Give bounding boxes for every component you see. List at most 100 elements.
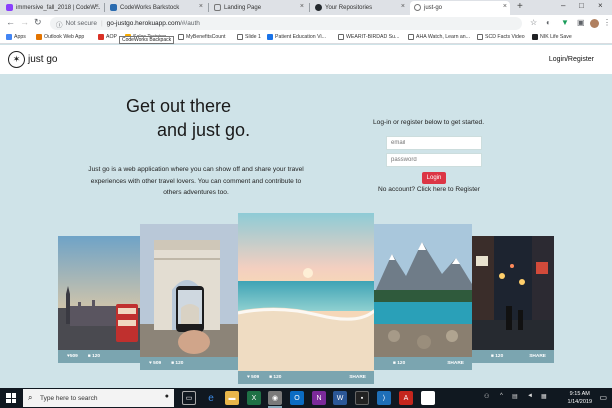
email-field[interactable]	[386, 136, 482, 150]
forward-icon[interactable]: →	[20, 17, 29, 27]
acrobat-icon[interactable]: A	[399, 391, 413, 405]
clock-date: 1/14/2019	[567, 399, 592, 405]
people-icon[interactable]: ⚇	[484, 393, 489, 400]
comment-count[interactable]: ■ 120	[171, 361, 183, 366]
share-button[interactable]: SHARE	[349, 375, 366, 380]
beach-photo	[238, 213, 374, 371]
globe-icon	[414, 4, 421, 11]
bookmark-nik[interactable]: NIK Life Save	[532, 34, 572, 40]
github-icon	[315, 4, 322, 11]
browser-tab-active[interactable]: just-go ×	[410, 1, 510, 15]
comment-count[interactable]: ■ 120	[269, 375, 281, 380]
hero-heading-line1: Get out there	[126, 96, 232, 116]
browser-tab-1[interactable]: immersive_fall_2018 | CodeW... ×	[2, 1, 102, 15]
browser-tab-3[interactable]: Landing Page ×	[210, 1, 307, 15]
document-icon[interactable]	[421, 391, 435, 405]
browser-tab-4[interactable]: Your Repositories ×	[311, 1, 408, 15]
profile-avatar[interactable]	[590, 19, 599, 28]
hero-description: Just go is a web application where you c…	[88, 166, 304, 196]
bookmark-scd[interactable]: SCD Facts Video	[477, 34, 525, 40]
minimize-icon[interactable]: –	[561, 1, 565, 10]
maximize-icon[interactable]: □	[579, 1, 584, 10]
photo-card-city[interactable]: ■ 120 SHARE	[472, 236, 554, 363]
comment-count[interactable]: ■ 120	[88, 354, 100, 359]
nik-icon	[532, 34, 538, 40]
terminal-icon[interactable]: ▪	[355, 391, 369, 405]
onenote-icon[interactable]: N	[312, 391, 326, 405]
outlook-icon[interactable]: O	[290, 391, 304, 405]
shield-extension-icon[interactable]: ▼	[561, 18, 569, 27]
login-button[interactable]: Login	[422, 172, 446, 184]
file-explorer-icon[interactable]: ▬	[225, 391, 239, 405]
mountain-lake-photo	[374, 224, 472, 357]
info-icon[interactable]: ⓘ	[56, 19, 63, 29]
taskbar-search-input[interactable]: ⌕ Type here to search ●	[23, 389, 174, 407]
system-clock[interactable]: 9:15 AM 1/14/2019	[568, 390, 592, 406]
notification-icon[interactable]: ▭	[599, 393, 607, 402]
share-button[interactable]: SHARE	[447, 361, 464, 366]
card-footer: ■ 120 SHARE	[374, 357, 472, 370]
network-icon[interactable]: ▤	[512, 393, 518, 400]
bookmark-outlook[interactable]: Outlook Web App	[36, 34, 84, 40]
close-tab-icon[interactable]: ×	[300, 3, 304, 10]
city-night-photo	[472, 236, 554, 350]
new-tab-button[interactable]: +	[517, 1, 523, 12]
url-host: go-justgo.herokuapp.com	[106, 20, 180, 27]
photo-card-beach[interactable]: ♥ 509 ■ 120 SHARE	[238, 213, 374, 384]
close-tab-icon[interactable]: ×	[95, 3, 99, 10]
share-button[interactable]: SHARE	[529, 354, 546, 359]
tab-label: Your Repositories	[325, 5, 373, 11]
comment-count[interactable]: ■ 120	[393, 361, 405, 366]
tab-label: immersive_fall_2018 | CodeW...	[16, 5, 101, 11]
bookmark-aop[interactable]: AOP	[98, 34, 117, 40]
register-link[interactable]: No account? Click here to Register	[378, 186, 480, 193]
like-count[interactable]: ♥ 509	[247, 375, 259, 380]
photo-card-arc[interactable]: ♥ 509 ■ 120	[140, 224, 238, 370]
extension-icon[interactable]: ▣	[577, 18, 585, 27]
like-count[interactable]: ♥ 509	[149, 361, 161, 366]
back-icon[interactable]: ←	[6, 17, 15, 27]
close-window-icon[interactable]: ×	[598, 1, 603, 10]
comment-count[interactable]: ■ 120	[491, 354, 503, 359]
globe-logo-icon: ✶	[8, 51, 25, 68]
chrome-icon[interactable]: ◉	[268, 391, 282, 408]
bookmark-star-icon[interactable]: ☆	[530, 18, 537, 27]
close-tab-icon[interactable]: ×	[401, 3, 405, 10]
login-register-link[interactable]: Login/Register	[549, 56, 594, 63]
word-icon[interactable]: W	[333, 391, 347, 405]
bookmark-wearit[interactable]: WEARIT-BIRDAD Su...	[338, 34, 399, 40]
bookmark-aha[interactable]: AHA Watch, Learn an...	[408, 34, 470, 40]
bookmark-apps[interactable]: Apps	[6, 34, 26, 40]
volume-icon[interactable]: ◄	[527, 393, 533, 399]
bookmark-mybenefits[interactable]: MyBenefitsCount	[178, 34, 226, 40]
bookmark-patient-education[interactable]: Patient Education Vi...	[267, 34, 326, 40]
site-navbar: ✶ just go Login/Register	[0, 45, 612, 74]
close-tab-icon[interactable]: ×	[199, 3, 203, 10]
excel-icon[interactable]: X	[247, 391, 261, 405]
reload-icon[interactable]: ↻	[34, 17, 42, 28]
close-tab-icon[interactable]: ×	[503, 3, 507, 10]
chevron-up-icon[interactable]: ^	[500, 393, 503, 399]
site-logo[interactable]: ✶ just go	[8, 51, 57, 68]
microphone-icon[interactable]: ●	[165, 393, 169, 400]
edge-icon[interactable]: e	[204, 391, 218, 405]
password-field[interactable]	[386, 153, 482, 167]
task-view-icon[interactable]: ▭	[182, 391, 196, 405]
vscode-icon[interactable]: ⟩	[377, 391, 391, 405]
menu-kebab-icon[interactable]: ⋮	[603, 18, 611, 27]
browser-tab-2[interactable]: CodeWorks Barkstock ×	[106, 1, 206, 15]
tab-label: Landing Page	[224, 5, 262, 11]
keyboard-icon[interactable]: ▦	[541, 393, 547, 400]
photo-card-mountains[interactable]: ■ 120 SHARE	[374, 224, 472, 370]
hero-heading-line2: and just go.	[157, 120, 251, 140]
bookmark-slide-1[interactable]: Slide 1	[237, 34, 261, 40]
windows-start-icon[interactable]	[6, 393, 16, 403]
extension-icon[interactable]: ◐	[546, 18, 551, 27]
card-footer: ♥ 509 ■ 120 SHARE	[238, 371, 374, 384]
photo-card-london[interactable]: ♥509 ■ 120	[58, 236, 140, 363]
logo-text: just go	[28, 54, 58, 65]
address-bar[interactable]: ⓘ Not secure | go-justgo.herokuapp.com /…	[50, 17, 522, 30]
tab-label: just-go	[424, 5, 443, 11]
tab-label: CodeWorks Barkstock	[120, 5, 180, 11]
like-count[interactable]: ♥509	[67, 354, 78, 359]
